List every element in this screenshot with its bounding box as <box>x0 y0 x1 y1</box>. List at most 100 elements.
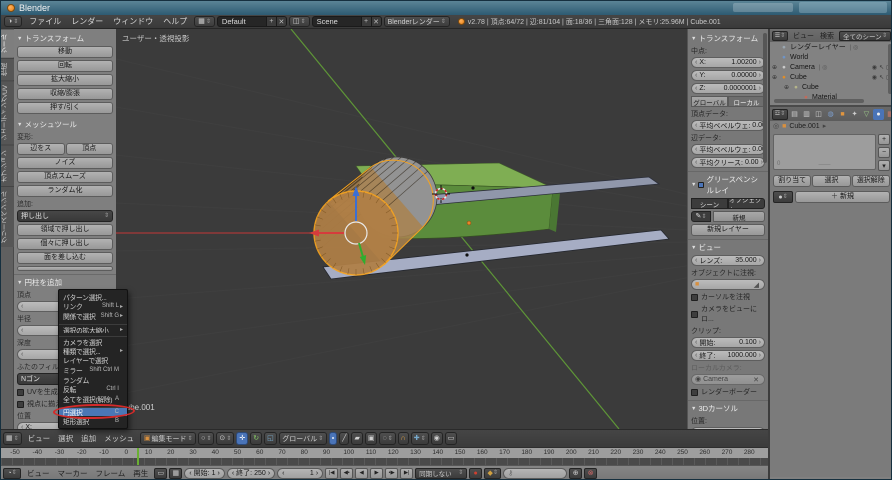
browse-material-dropdown[interactable]: ●⇕ <box>773 191 793 203</box>
selectable-toggle-icon[interactable]: ↖ <box>879 74 884 81</box>
deform-tool-button[interactable]: 辺をス <box>17 143 65 155</box>
menu-item[interactable]: ビュー <box>790 31 817 41</box>
render-layers-tab-icon[interactable]: ▥ <box>801 109 812 120</box>
edge-data-field[interactable]: ‹平均ベベルウェ:0.00› <box>691 144 765 155</box>
decrement-arrow-icon[interactable]: ‹ <box>21 303 23 310</box>
context-menu-item[interactable]: 選択の拡大縮小 ▸ <box>59 324 127 334</box>
context-menu-item[interactable]: パターン選択... ▸ <box>59 292 127 302</box>
shading-select[interactable]: ○⇕ <box>198 432 214 445</box>
material-assign-button[interactable]: 選択 <box>812 175 850 187</box>
timeline-ruler[interactable]: -50-40-30-20-100102030405060708090100110… <box>1 448 768 458</box>
title-bar[interactable]: Blender <box>1 1 891 15</box>
vertical-scrollbar[interactable] <box>888 44 892 94</box>
vertex-select-mode-button[interactable]: ⬩ <box>329 432 338 445</box>
manipulator-scale-toggle[interactable]: ◱ <box>264 432 277 445</box>
sidebar-scrollbar[interactable] <box>763 33 767 163</box>
scene-tab-icon[interactable]: ◫ <box>813 109 824 120</box>
opengl-render-button[interactable]: ◉ <box>431 432 443 445</box>
global-local-toggle[interactable]: グローバル <box>691 96 728 107</box>
snap-element-select[interactable]: ✚⇕ <box>411 432 429 445</box>
decrement-arrow-icon[interactable]: ‹ <box>695 85 697 92</box>
grease-source-toggle[interactable]: オブジェクト <box>728 198 765 209</box>
clipped-tool-button[interactable] <box>17 266 113 271</box>
eye-toggle-icon[interactable]: ◉ <box>872 64 877 71</box>
editor-type-button[interactable]: ☲⇕ <box>772 109 788 120</box>
context-menu-item[interactable]: 関係で選択 Shift G ▸ <box>59 311 127 321</box>
sync-select[interactable]: 同期しない⇕ <box>415 468 467 479</box>
grease-source-toggle[interactable]: シーン <box>691 198 728 209</box>
add-layout-button[interactable]: + <box>266 16 276 27</box>
slot-specials-dropdown[interactable]: ▾ <box>878 160 890 171</box>
context-menu-item[interactable]: 反転 Ctrl I ▸ <box>59 384 127 394</box>
outliner-item[interactable]: ⊕ ● Camera | ◎ ◉↖◻ <box>770 62 892 72</box>
deform-tool-button[interactable]: ランダム化 <box>17 185 113 197</box>
outliner-item[interactable]: ⊕ ● Cube | ◎ ◉↖◻ <box>770 82 892 92</box>
keying-set-dropdown[interactable]: ◆⇕ <box>484 468 501 479</box>
editor-type-button[interactable]: ☰⇕ <box>772 31 788 41</box>
play-button[interactable]: ▶ <box>370 468 383 479</box>
edge-data-field[interactable]: ‹平均クリース:0.00› <box>691 157 765 168</box>
editor-type-button[interactable]: ◔⇕ <box>3 468 21 479</box>
toolshelf-tab[interactable]: グリースペンシル <box>1 186 14 247</box>
outliner-item[interactable]: ⊕ ● レンダーレイヤー | ◎ ◉↖◻ <box>770 42 892 52</box>
material-tab-icon[interactable]: ● <box>873 109 884 120</box>
grease-pencil-panel-header[interactable]: ▼グリースペンシルレイ <box>691 174 765 196</box>
add-scene-button[interactable]: + <box>361 16 371 27</box>
grease-draw-mode-dropdown[interactable]: ✎⇕ <box>691 211 711 222</box>
transform-tool-button[interactable]: 押す/引く <box>17 102 113 114</box>
expand-icon[interactable]: ⊕ <box>772 64 778 71</box>
menu-item[interactable]: メッシュ <box>100 433 138 444</box>
keying-set-field[interactable]: ⚷ <box>503 468 567 479</box>
horizontal-scrollbar[interactable] <box>774 99 864 103</box>
scene-name[interactable]: Scene <box>313 17 361 26</box>
context-menu-item[interactable]: 種類で選択... ▸ <box>59 346 127 356</box>
checkbox[interactable] <box>17 389 24 396</box>
lock-object-browse-field[interactable]: ■◢ <box>691 279 765 290</box>
lock-cursor-checkbox[interactable] <box>691 294 698 301</box>
data-tab-icon[interactable]: ▽ <box>861 109 872 120</box>
material-assign-button[interactable]: 割り当て <box>773 175 811 187</box>
menu-item[interactable]: レンダー <box>66 16 108 27</box>
global-local-toggle[interactable]: ローカル <box>728 96 765 107</box>
menu-item[interactable]: ファイル <box>24 16 66 27</box>
current-frame-field[interactable]: ‹1› <box>277 468 323 479</box>
toolshelf-tab[interactable]: シェーディング/UV <box>1 80 14 145</box>
decrement-arrow-icon[interactable]: ‹ <box>695 72 697 79</box>
material-slot-list[interactable]: 0 —— <box>773 134 876 170</box>
render-engine-select[interactable]: Blenderレンダー⇕ <box>384 16 450 27</box>
opengl-render-anim-button[interactable]: ▭ <box>445 432 458 445</box>
editor-type-button[interactable]: ▦⇕ <box>3 432 22 445</box>
menu-item[interactable]: 再生 <box>129 468 152 479</box>
clip-field[interactable]: ‹開始:0.100› <box>691 337 765 348</box>
grease-new-button[interactable]: 新規 <box>713 211 765 222</box>
jump-to-end-button[interactable]: ▶| <box>400 468 413 479</box>
menu-item[interactable]: ビュー <box>24 433 55 444</box>
increment-arrow-icon[interactable]: › <box>759 85 761 92</box>
snap-toggle[interactable]: ∩ <box>398 432 409 445</box>
menu-item[interactable]: 選択 <box>54 433 77 444</box>
add-tool-button[interactable]: 領域で押し出し <box>17 224 113 236</box>
add-cylinder-operator-panel-header[interactable]: ▼円柱を追加 <box>17 277 113 288</box>
face-select-mode-button[interactable]: ▰ <box>351 432 362 445</box>
checkbox[interactable] <box>17 401 24 408</box>
screen-layout-browse-button[interactable]: ▦⇕ <box>194 16 215 27</box>
edge-select-mode-button[interactable]: ╱ <box>339 432 349 445</box>
render-tab-icon[interactable]: ▤ <box>789 109 800 120</box>
checked-checkbox[interactable] <box>698 182 704 188</box>
increment-arrow-icon[interactable]: › <box>759 72 761 79</box>
delete-scene-button[interactable]: ✕ <box>371 16 381 27</box>
context-menu-item[interactable]: ランダム ▸ <box>59 375 127 385</box>
expand-icon[interactable]: ⊕ <box>772 74 778 81</box>
end-frame-field[interactable]: ‹終了:250› <box>227 468 275 479</box>
editor-type-button[interactable]: ◑⇕ <box>4 16 22 27</box>
new-material-button[interactable]: ＋ 新規 <box>795 191 890 203</box>
texture-tab-icon[interactable]: ▦ <box>885 109 892 120</box>
delete-layout-button[interactable]: ✕ <box>276 16 286 27</box>
cursor3d-panel-header[interactable]: ▼3Dカーソル <box>691 403 765 414</box>
insert-keyframe-button[interactable]: ⊕ <box>569 468 582 479</box>
add-tool-button[interactable]: 面を差し込む <box>17 252 113 264</box>
remove-slot-button[interactable]: − <box>878 147 890 158</box>
toolshelf-tab[interactable]: ツール <box>1 29 14 58</box>
menu-item[interactable]: 検索 <box>817 31 837 41</box>
view-panel-header[interactable]: ▼ビュー <box>691 242 765 253</box>
